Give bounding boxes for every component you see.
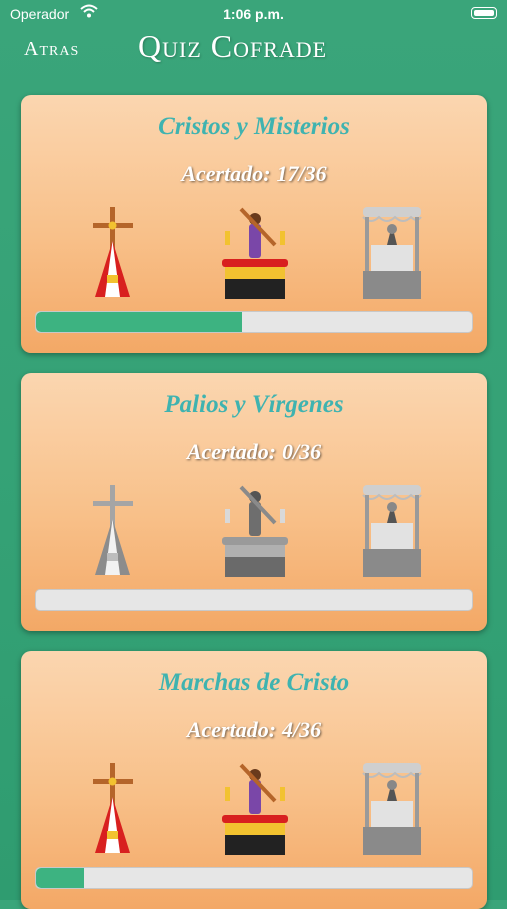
score-text: Acertado: 17/36	[21, 161, 487, 187]
score-text: Acertado: 4/36	[21, 717, 487, 743]
paso-cristo-icon	[219, 205, 291, 306]
nazareno-cross-icon	[87, 483, 139, 584]
card-title: Marchas de Cristo	[158, 669, 350, 696]
clock: 1:06 p.m.	[223, 6, 284, 22]
paso-cristo-icon	[219, 483, 291, 584]
score-value: 17/36	[276, 161, 327, 186]
score-label: Acertado:	[186, 439, 277, 464]
score-label: Acertado:	[186, 717, 277, 742]
page-title: Quiz Cofrade	[138, 28, 328, 64]
progress-bar	[35, 589, 473, 611]
quiz-card-cristos-misterios[interactable]: Cristos y Misterios Acertado: 17/36	[21, 95, 487, 353]
battery-icon	[471, 7, 497, 19]
progress-fill	[36, 868, 85, 888]
progress-bar	[35, 867, 473, 889]
palio-icon	[359, 761, 425, 862]
paso-cristo-icon	[219, 761, 291, 862]
status-bar: Operador 1:06 p.m.	[0, 0, 507, 28]
progress-fill	[36, 312, 242, 332]
score-value: 4/36	[282, 717, 322, 742]
navigation-bar: Atras Quiz Cofrade	[0, 28, 507, 78]
palio-icon	[359, 205, 425, 306]
nazareno-cross-icon	[87, 205, 139, 306]
nazareno-cross-icon	[87, 761, 139, 862]
palio-icon	[359, 483, 425, 584]
quiz-card-palios-virgenes[interactable]: Palios y Vírgenes Acertado: 0/36	[21, 373, 487, 631]
quiz-card-marchas-cristo[interactable]: Marchas de Cristo Acertado: 4/36	[21, 651, 487, 909]
score-label: Acertado:	[181, 161, 271, 186]
progress-bar	[35, 311, 473, 333]
back-button[interactable]: Atras	[24, 38, 79, 61]
card-title: Palios y Vírgenes	[164, 391, 344, 418]
card-title: Cristos y Misterios	[158, 113, 350, 140]
score-value: 0/36	[282, 439, 322, 464]
score-text: Acertado: 0/36	[21, 439, 487, 465]
